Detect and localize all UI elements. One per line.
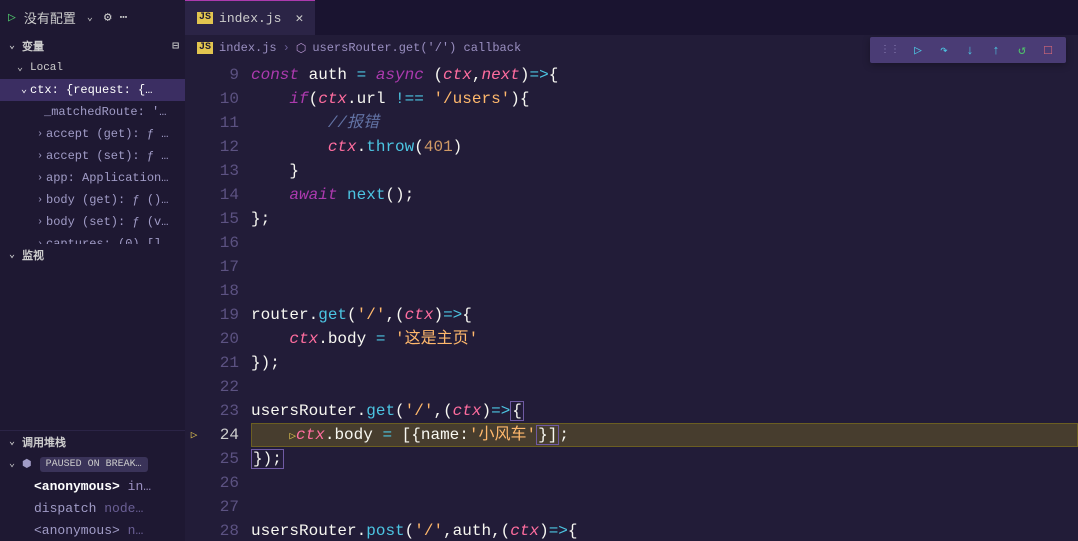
line-gutter[interactable]: 910111213141516171819202122232425262728	[203, 61, 251, 541]
paused-status[interactable]: ⌄ ⬢ PAUSED ON BREAK…	[0, 453, 185, 475]
var-ctx[interactable]: ⌄ ctx: {request: {…	[0, 79, 185, 101]
tab-bar: JS index.js ✕	[185, 0, 1078, 35]
variables-header[interactable]: ⌄ 变量 ⊟	[0, 35, 185, 57]
continue-button[interactable]: ▷	[910, 42, 926, 58]
stack-frame[interactable]: <anonymous> n…	[0, 519, 185, 541]
scope-local[interactable]: ⌄ Local	[0, 57, 185, 79]
chevron-down-icon[interactable]: ⌄	[84, 12, 96, 24]
callstack-header[interactable]: ⌄ 调用堆栈	[0, 431, 185, 453]
run-icon[interactable]: ▷	[8, 10, 16, 25]
cube-icon: ⬡	[296, 41, 306, 56]
stop-button[interactable]: □	[1040, 42, 1056, 58]
chevron-right-icon: ›	[283, 41, 290, 55]
var-row[interactable]: › app: Application…	[0, 167, 185, 189]
var-row[interactable]: › accept (set): ƒ …	[0, 145, 185, 167]
tab-index-js[interactable]: JS index.js ✕	[185, 0, 315, 35]
var-row[interactable]: › body (get): ƒ ()…	[0, 189, 185, 211]
gear-icon[interactable]: ⚙	[104, 10, 112, 25]
js-file-icon: JS	[197, 42, 213, 54]
chevron-down-icon: ⌄	[6, 40, 18, 52]
chevron-down-icon: ⌄	[14, 62, 26, 74]
chevron-down-icon: ⌄	[6, 249, 18, 261]
step-out-button[interactable]: ↑	[988, 42, 1004, 58]
debug-sidebar: ⌄ 变量 ⊟ ⌄ Local ⌄ ctx: {request: {… _matc…	[0, 35, 185, 541]
stack-frame[interactable]: <anonymous> in…	[0, 475, 185, 497]
chevron-down-icon: ⌄	[6, 436, 18, 448]
debug-toolbar: ⋮⋮ ▷ ↷ ↓ ↑ ↺ □	[870, 37, 1066, 63]
watch-header[interactable]: ⌄ 监视	[0, 244, 185, 266]
var-row[interactable]: _matchedRoute: '…	[0, 101, 185, 123]
var-row[interactable]: › captures: (0) []	[0, 233, 185, 244]
stack-frame[interactable]: dispatch node…	[0, 497, 185, 519]
js-file-icon: JS	[197, 12, 213, 24]
collapse-icon[interactable]: ⊟	[172, 39, 179, 53]
code-content[interactable]: const auth = async (ctx,next)=>{ if(ctx.…	[251, 61, 1078, 541]
editor: JS index.js › ⬡ usersRouter.get('/') cal…	[185, 35, 1078, 541]
grip-icon[interactable]: ⋮⋮	[880, 44, 900, 56]
run-config-name[interactable]: 没有配置	[24, 8, 76, 27]
var-row[interactable]: › accept (get): ƒ …	[0, 123, 185, 145]
step-over-button[interactable]: ↷	[936, 42, 952, 58]
tab-label: index.js	[219, 11, 281, 26]
close-icon[interactable]: ✕	[295, 11, 303, 26]
step-into-button[interactable]: ↓	[962, 42, 978, 58]
var-row[interactable]: › body (set): ƒ (v…	[0, 211, 185, 233]
breakpoint-gutter[interactable]: ▷	[185, 61, 203, 541]
bug-icon: ⬢	[22, 457, 32, 471]
restart-button[interactable]: ↺	[1014, 42, 1030, 58]
more-icon[interactable]: ⋯	[120, 10, 128, 25]
current-line-icon: ▷	[185, 423, 203, 447]
